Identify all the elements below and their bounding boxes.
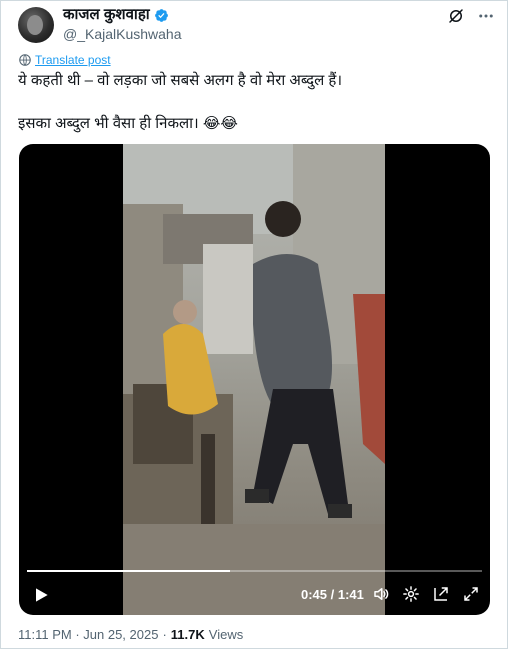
video-player[interactable]: 0:45 / 1:41: [19, 144, 490, 615]
gear-icon[interactable]: [402, 585, 420, 603]
verified-badge-icon: [154, 8, 168, 22]
display-name-text[interactable]: काजल कुशवाहा: [63, 6, 150, 24]
more-icon[interactable]: [477, 7, 495, 25]
tweet-text-line-2: इसका अब्दुल भी वैसा ही निकला। 😂😂: [18, 115, 238, 132]
globe-icon: [19, 54, 31, 66]
author-names: काजल कुशवाहा @_KajalKushwaha: [63, 6, 182, 43]
video-controls: 0:45 / 1:41: [19, 575, 490, 615]
tweet-timestamp[interactable]: 11:11 PM · Jun 25, 2025: [18, 627, 158, 642]
author-display-name[interactable]: काजल कुशवाहा: [63, 6, 182, 24]
avatar[interactable]: [18, 7, 54, 43]
popout-icon[interactable]: [432, 585, 450, 603]
views-label: Views: [208, 627, 244, 642]
tweet-card: काजल कुशवाहा @_KajalKushwaha Translate p…: [0, 0, 508, 649]
video-frame: [123, 144, 385, 615]
video-progress-fill: [27, 570, 230, 572]
fullscreen-icon[interactable]: [462, 585, 480, 603]
tweet-meta: 11:11 PM · Jun 25, 2025 · 11.7K Views: [18, 627, 243, 642]
header-actions: [447, 7, 495, 25]
translate-post-link[interactable]: Translate post: [18, 53, 111, 67]
volume-icon[interactable]: [372, 585, 390, 603]
tweet-header: काजल कुशवाहा @_KajalKushwaha: [18, 5, 495, 45]
author-handle[interactable]: @_KajalKushwaha: [63, 25, 182, 43]
video-frame-picture: [123, 144, 385, 615]
grok-icon[interactable]: [447, 7, 465, 25]
video-time-separator: /: [327, 587, 338, 602]
views-count: 11.7K: [170, 627, 205, 642]
video-duration: 1:41: [337, 587, 364, 602]
tweet-text-line-1: ये कहती थी – वो लड़का जो सबसे अलग है वो …: [18, 72, 343, 89]
play-icon[interactable]: [31, 585, 51, 605]
video-progress-bar[interactable]: [27, 570, 482, 572]
video-current-time: 0:45: [301, 587, 328, 602]
translate-post-label[interactable]: Translate post: [35, 53, 111, 67]
meta-separator: ·: [162, 627, 167, 642]
video-time: 0:45 / 1:41: [301, 587, 364, 602]
avatar-face: [27, 15, 43, 35]
